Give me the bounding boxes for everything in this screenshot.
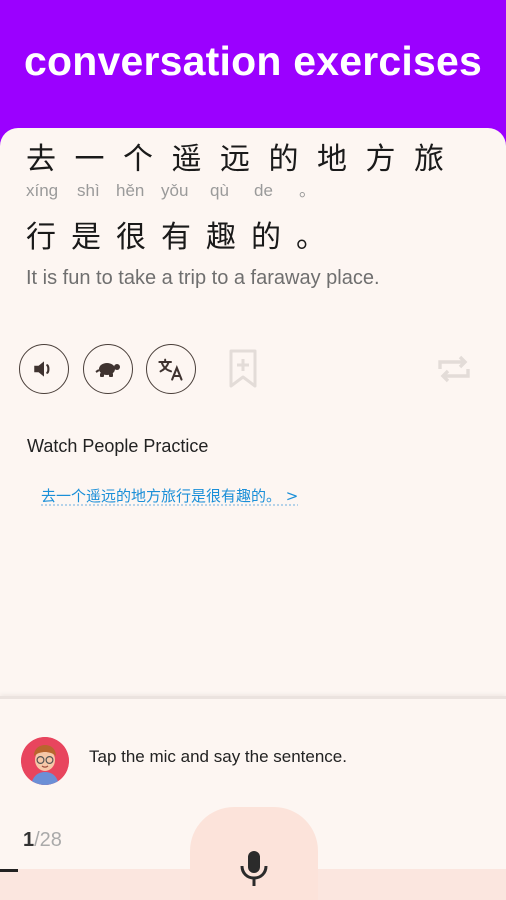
hanzi-char[interactable]: 旅 (414, 134, 463, 178)
hanzi-char[interactable]: 个 (123, 134, 172, 178)
hanzi-char[interactable]: 遥 (172, 134, 221, 178)
bookmark-add-icon (229, 349, 257, 388)
watch-practice-heading: Watch People Practice (27, 436, 209, 456)
pinyin-syllable: xíng (26, 181, 59, 200)
page-title: conversation exercises (24, 38, 482, 84)
pinyin-syllable: shì (77, 181, 100, 200)
pinyin-syllable: qù (210, 181, 229, 200)
mic-button[interactable] (190, 807, 318, 900)
hanzi-char[interactable]: 一 (75, 134, 124, 178)
progress-total: /28 (34, 829, 62, 851)
pinyin-syllable: hěn (116, 181, 145, 200)
bookmark-button[interactable] (223, 346, 263, 392)
translate-icon (158, 358, 183, 381)
hanzi-char[interactable]: 去 (26, 134, 75, 178)
instruction-text: Tap the mic and say the sentence. (89, 747, 347, 766)
avatar (21, 737, 69, 785)
progress-bar-fill (0, 869, 19, 872)
sentence-line-2: 行是很有趣的。 (26, 212, 341, 256)
play-audio-button[interactable] (19, 344, 69, 394)
turtle-icon (95, 363, 120, 377)
hanzi-char[interactable]: 远 (220, 134, 269, 178)
english-translation: It is fun to take a trip to a faraway pl… (26, 267, 380, 289)
hanzi-char[interactable]: 是 (71, 212, 116, 256)
hanzi-char[interactable]: 地 (317, 134, 366, 178)
header-banner: conversation exercises (0, 0, 506, 130)
progress-current: 1 (23, 829, 35, 851)
hanzi-char[interactable]: 趣 (206, 212, 251, 256)
sentence-line-1: 去一个遥远的地方旅 (26, 134, 463, 178)
speaker-icon (34, 361, 50, 377)
translate-button[interactable] (146, 344, 196, 394)
sentence-card: 去一个遥远的地方旅 xíng shì hěn yǒu qù de。 行是很有趣的。 It … (0, 128, 506, 900)
progress-counter: 1/28 (23, 829, 62, 852)
pinyin-line: xíng shì hěn yǒu qù de 。 (26, 176, 316, 201)
slow-audio-button[interactable] (83, 344, 133, 394)
practice-link[interactable]: 去一个遥远的地方旅行是很有趣的。 > (41, 485, 298, 506)
bottom-panel: Tap the mic and say the sentence. 1/28 (0, 696, 506, 900)
mic-icon (240, 851, 268, 886)
pinyin-syllable: 。 (299, 181, 316, 200)
hanzi-char[interactable]: 很 (116, 212, 161, 256)
pinyin-syllable: yǒu (161, 181, 189, 200)
hanzi-char[interactable]: 行 (26, 212, 71, 256)
repeat-button[interactable] (434, 346, 474, 392)
pinyin-syllable: de (254, 181, 273, 200)
hanzi-char[interactable]: 的 (251, 212, 296, 256)
repeat-icon (438, 355, 470, 383)
hanzi-char[interactable]: 的 (269, 134, 318, 178)
hanzi-char[interactable]: 。 (296, 212, 341, 256)
hanzi-char[interactable]: 方 (366, 134, 415, 178)
hanzi-char[interactable]: 有 (161, 212, 206, 256)
